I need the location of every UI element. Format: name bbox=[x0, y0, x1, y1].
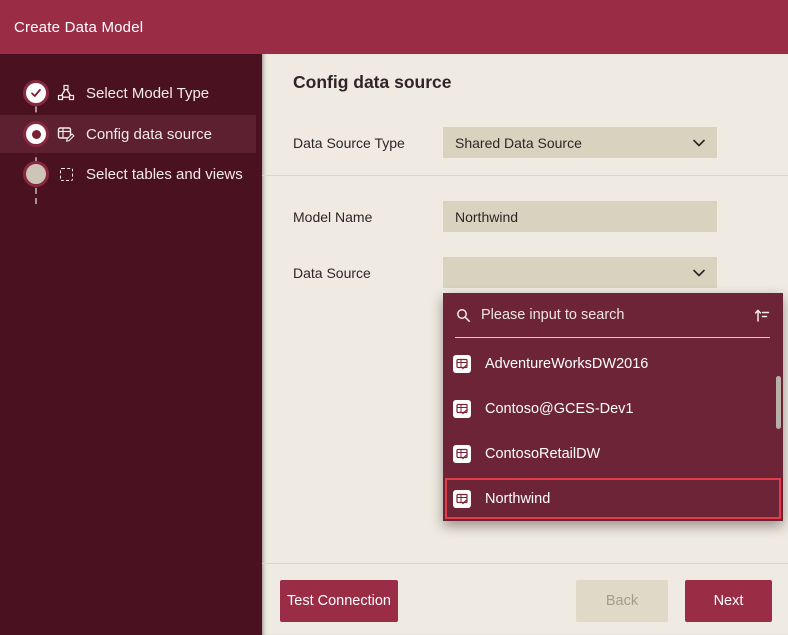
search-icon bbox=[456, 308, 471, 323]
data-source-type-value: Shared Data Source bbox=[455, 134, 582, 151]
create-data-model-dialog: Create Data Model Select Model Type Conf… bbox=[0, 0, 788, 635]
sidebar-step-select-tables-and-views[interactable]: Select tables and views bbox=[0, 155, 256, 193]
step-label-config-data-source: Config data source bbox=[86, 125, 212, 143]
next-button[interactable]: Next bbox=[685, 580, 772, 622]
data-source-option-contoso-gces-dev1[interactable]: Contoso@GCES-Dev1 bbox=[443, 386, 783, 431]
data-source-select[interactable] bbox=[443, 257, 717, 288]
data-source-type-select[interactable]: Shared Data Source bbox=[443, 127, 717, 158]
data-source-icon bbox=[453, 354, 471, 373]
sidebar-step-config-data-source[interactable]: Config data source bbox=[0, 115, 256, 153]
data-source-type-label: Data Source Type bbox=[293, 135, 405, 151]
model-type-icon bbox=[57, 84, 75, 102]
footer-divider bbox=[262, 563, 788, 564]
step-label-select-tables-and-views: Select tables and views bbox=[86, 165, 243, 183]
data-source-option-adventureworksdw2016[interactable]: AdventureWorksDW2016 bbox=[443, 341, 783, 386]
sort-ascending-icon[interactable] bbox=[754, 308, 770, 323]
page-title: Config data source bbox=[293, 72, 452, 92]
sidebar-step-select-model-type[interactable]: Select Model Type bbox=[0, 74, 256, 112]
model-name-label: Model Name bbox=[293, 209, 373, 225]
data-source-label: Data Source bbox=[293, 265, 371, 281]
data-source-option-contosoretaildw[interactable]: ContosoRetailDW bbox=[443, 431, 783, 476]
dropdown-search-input[interactable] bbox=[481, 307, 754, 323]
chevron-down-icon bbox=[693, 139, 705, 147]
dropdown-search-row bbox=[443, 293, 783, 337]
window-title: Create Data Model bbox=[14, 18, 144, 36]
step-completed-check-icon bbox=[23, 80, 49, 106]
back-button[interactable]: Back bbox=[576, 580, 668, 622]
data-source-option-northwind[interactable]: Northwind bbox=[443, 476, 783, 521]
section-divider bbox=[262, 175, 788, 176]
step-label-select-model-type: Select Model Type bbox=[86, 84, 210, 102]
chevron-down-icon bbox=[693, 269, 705, 277]
test-connection-button[interactable]: Test Connection bbox=[280, 580, 398, 622]
step-current-radio-icon bbox=[23, 121, 49, 147]
data-source-icon bbox=[453, 444, 471, 463]
config-data-source-panel: Config data source Data Source Type Shar… bbox=[262, 54, 788, 635]
dashed-selection-icon bbox=[57, 165, 75, 183]
search-divider bbox=[455, 337, 770, 338]
data-source-icon bbox=[453, 489, 471, 508]
option-label: ContosoRetailDW bbox=[485, 445, 601, 462]
model-name-input[interactable] bbox=[443, 201, 717, 232]
option-label: AdventureWorksDW2016 bbox=[485, 355, 649, 372]
data-source-icon bbox=[453, 399, 471, 418]
dropdown-scrollbar-thumb[interactable] bbox=[776, 376, 781, 429]
table-edit-icon bbox=[57, 125, 75, 143]
option-label: Contoso@GCES-Dev1 bbox=[485, 400, 634, 417]
step-pending-circle bbox=[23, 161, 49, 187]
titlebar: Create Data Model bbox=[0, 0, 788, 54]
wizard-steps-sidebar: Select Model Type Config data source Sel… bbox=[0, 54, 262, 635]
option-label: Northwind bbox=[485, 490, 551, 507]
data-source-dropdown-panel: AdventureWorksDW2016 Contoso@GCES-Dev1 C… bbox=[443, 293, 783, 521]
